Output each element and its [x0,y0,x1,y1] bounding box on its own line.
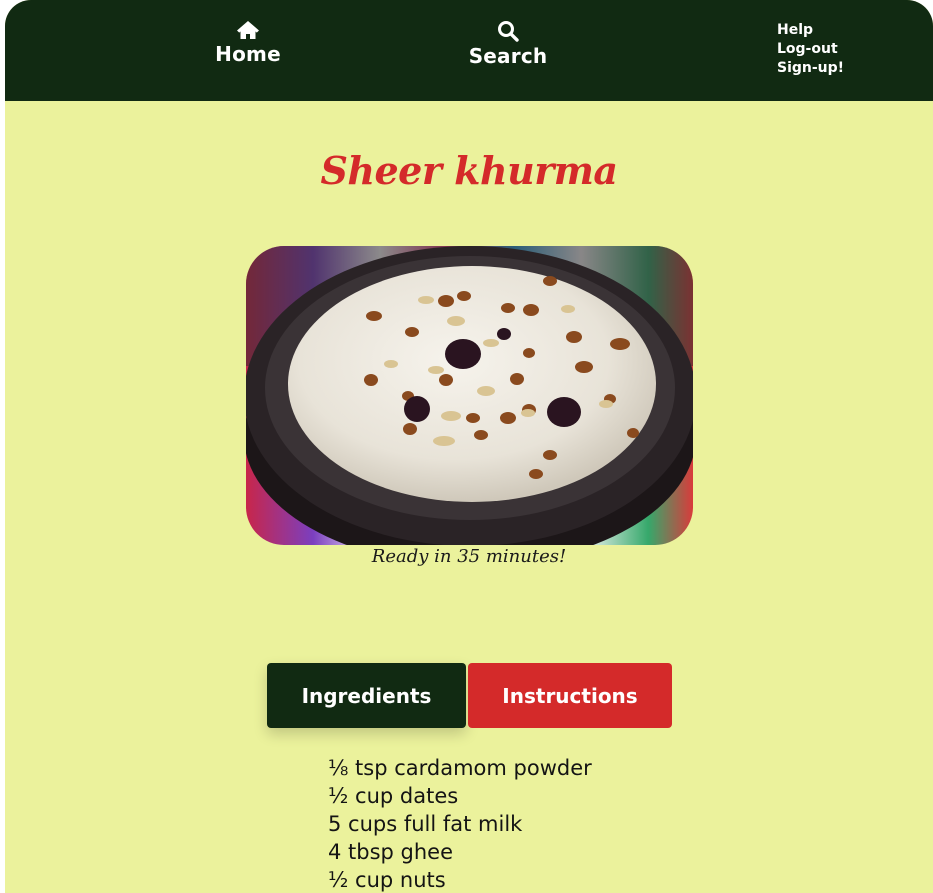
nav-home-label: Home [215,42,281,66]
ingredient-item: ½ cup nuts [328,868,446,892]
ingredient-item: 4 tbsp ghee [328,840,454,864]
ingredient-item: ½ cup dates [328,784,459,808]
recipe-title: Sheer khurma [320,148,618,193]
recipe-photo-image [246,246,693,545]
recipe-photo [246,246,693,545]
top-navbar: Home Search Help Log-out Sign-up! [5,0,933,101]
help-link[interactable]: Help [777,21,844,40]
ingredient-item: 5 cups full fat milk [328,812,523,836]
nav-search-button[interactable]: Search [465,20,551,68]
tab-instructions-label: Instructions [502,683,638,708]
nav-search-label: Search [468,44,548,68]
ingredient-item: ⅛ tsp cardamom powder [328,756,592,780]
ingredient-list: ⅛ tsp cardamom powder ½ cup dates 5 cups… [328,754,592,893]
tab-ingredients[interactable]: Ingredients [267,663,466,728]
tab-ingredients-label: Ingredients [301,683,432,708]
tab-instructions[interactable]: Instructions [468,663,672,728]
home-icon [237,21,259,39]
ready-time-caption: Ready in 35 minutes! [371,546,567,567]
logout-link[interactable]: Log-out [777,40,844,59]
nav-home-button[interactable]: Home [210,20,286,66]
page-frame: Home Search Help Log-out Sign-up! Sheer … [5,0,933,893]
nav-account-links: Help Log-out Sign-up! [777,21,844,78]
signup-link[interactable]: Sign-up! [777,59,844,78]
search-icon [498,21,519,42]
